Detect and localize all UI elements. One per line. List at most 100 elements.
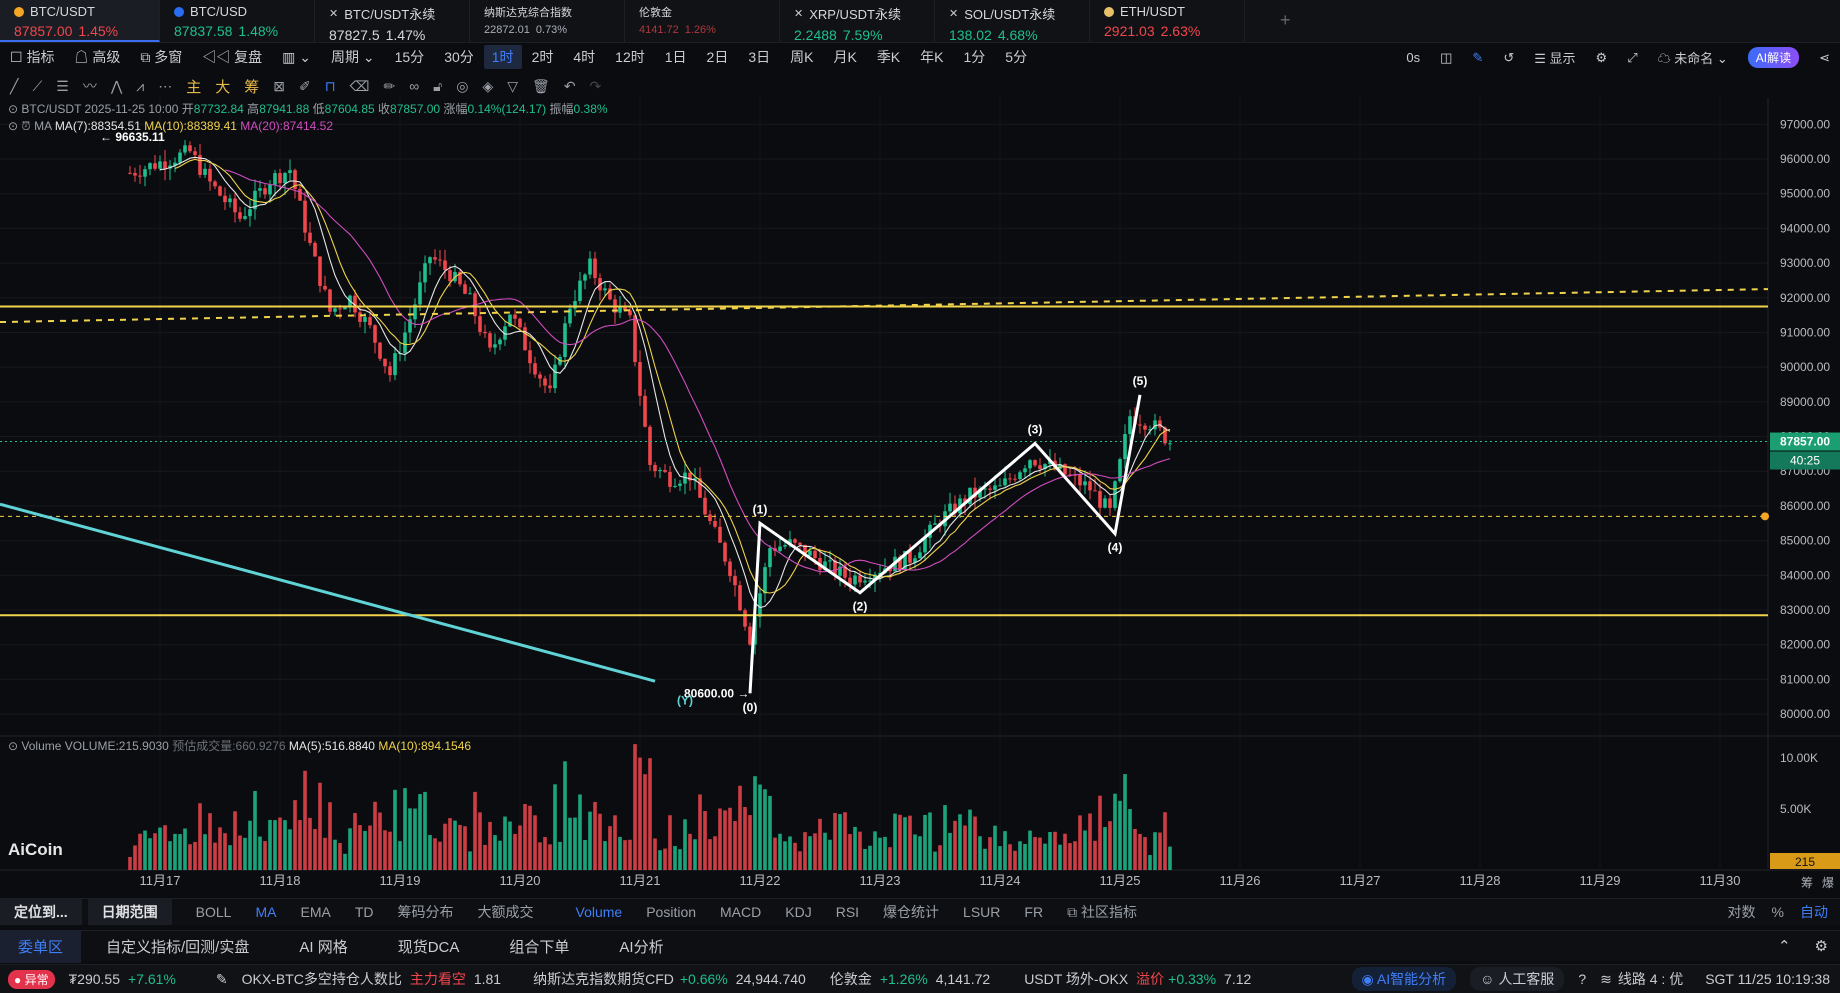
burst-label[interactable]: 爆 (1822, 874, 1834, 891)
ticker-tab-btc-usdt[interactable]: BTC/USDT 87857.00 1.45% (0, 0, 160, 42)
ind-macd[interactable]: MACD (708, 904, 773, 920)
tab-custom-indicator[interactable]: 自定义指标/回测/实盘 (81, 936, 274, 957)
ind-ema[interactable]: EMA (288, 904, 342, 920)
ind-community[interactable]: ⧉ 社区指标 (1055, 902, 1149, 922)
ind-liquidation[interactable]: 爆仓统计 (871, 902, 951, 922)
ind-td[interactable]: TD (343, 904, 386, 920)
okx-ratio-label[interactable]: OKX-BTC多空持仓人数比 (242, 969, 402, 989)
big-order-button[interactable]: 大 (215, 76, 230, 97)
camera-icon[interactable]: ◫ (1440, 50, 1452, 66)
date-range-button[interactable]: 日期范围 (87, 899, 172, 925)
interval-week[interactable]: 周K (780, 47, 823, 67)
panel-settings-icon[interactable]: ⚙ (1803, 937, 1840, 955)
chart-type-icon[interactable]: ▥ ⌄ (272, 49, 321, 66)
usdt-otc-label[interactable]: USDT 场外-OKX (1024, 969, 1128, 989)
ticker-tab-gold[interactable]: 伦敦金 4141.72 1.26% (625, 0, 780, 42)
auto-scale-toggle[interactable]: 自动 (1788, 902, 1840, 922)
nasdaq-label[interactable]: 纳斯达克指数期货CFD (533, 969, 674, 989)
ticker-tab-btc-usdt-perp[interactable]: ✕ BTC/USDT永续 87827.5 1.47% (315, 0, 470, 43)
visibility-icon[interactable]: ◎ (456, 78, 468, 95)
edit-icon[interactable]: ✎ (216, 971, 228, 988)
interval-3d[interactable]: 3日 (738, 47, 780, 67)
tab-ai-grid[interactable]: AI 网格 (274, 936, 372, 957)
interval-1d[interactable]: 1日 (655, 47, 697, 67)
percent-scale-toggle[interactable]: % (1768, 904, 1788, 920)
display-button[interactable]: ☰ 显示 (1534, 48, 1575, 67)
interval-1m[interactable]: 1分 (954, 47, 996, 67)
indicator-button[interactable]: ☐ 指标 (0, 47, 64, 67)
pencil-icon[interactable]: ✏ (383, 78, 395, 95)
ai-analysis-button[interactable]: ◉ AI智能分析 (1351, 967, 1457, 991)
undo-icon[interactable]: ↺ (1503, 50, 1514, 66)
interval-quarter[interactable]: 季K (867, 47, 910, 67)
multi-window-button[interactable]: ⧉ 多窗 (130, 47, 192, 67)
more-tools-icon[interactable]: ⋯ (158, 78, 172, 95)
collapse-panel-icon[interactable]: ⌃ (1766, 937, 1803, 955)
ind-lsur[interactable]: LSUR (951, 904, 1012, 920)
settings-icon[interactable]: ⚙ (1596, 50, 1608, 66)
ticker-tab-xrp[interactable]: ✕ XRP/USDT永续 2.2488 7.59% (780, 0, 935, 43)
ray-tool-icon[interactable]: ⟋ (32, 78, 42, 95)
line-tool-icon[interactable]: ╱ (10, 78, 18, 95)
ticker-tab-sol[interactable]: ✕ SOL/USDT永续 138.02 4.68% (935, 0, 1090, 43)
trash-icon[interactable]: 🗑︎ (532, 78, 550, 95)
review-button[interactable]: ◁◁ 复盘 (192, 47, 272, 67)
collapse-icon[interactable]: ⊙ (8, 102, 18, 116)
pin-label[interactable]: 筹 (1801, 874, 1813, 891)
ind-large-trades[interactable]: 大额成交 (466, 902, 546, 922)
interval-15m[interactable]: 15分 (385, 47, 435, 67)
filter-icon[interactable]: ▽ (507, 78, 518, 95)
gold-label[interactable]: 伦敦金 (830, 969, 872, 989)
fullscreen-icon[interactable]: ⤢ (1627, 50, 1637, 66)
add-tab-icon[interactable]: + (1280, 10, 1291, 31)
elliott-tool-icon[interactable]: ⩘ (136, 78, 144, 95)
interval-month[interactable]: 月K (823, 47, 866, 67)
period-dropdown[interactable]: 周期 ⌄ (321, 47, 385, 67)
brush-icon[interactable]: ✐ (299, 78, 311, 95)
link-icon[interactable]: ∞ (409, 78, 419, 94)
line-quality[interactable]: 线路 4 : 优 (1618, 969, 1683, 989)
parallel-tool-icon[interactable]: ☰ (56, 78, 69, 95)
share-icon[interactable]: ⋖ (1819, 50, 1830, 66)
close-icon[interactable]: ✕ (794, 7, 803, 20)
magnet-icon[interactable]: ⊓ (325, 78, 336, 95)
ticker-tab-eth[interactable]: ETH/USDT 2921.03 2.63% (1090, 0, 1245, 42)
interval-4h[interactable]: 4时 (563, 47, 605, 67)
ind-fr[interactable]: FR (1012, 904, 1055, 920)
tab-ai-analysis[interactable]: AI分析 (594, 936, 688, 957)
ind-rsi[interactable]: RSI (824, 904, 871, 920)
undo-draw-icon[interactable]: ↶ (564, 78, 576, 95)
interval-30m[interactable]: 30分 (434, 47, 484, 67)
interval-2d[interactable]: 2日 (697, 47, 739, 67)
ticker-tab-nasdaq[interactable]: 纳斯达克综合指数 22872.01 0.73% (470, 0, 625, 42)
pen-icon[interactable]: ✎ (1472, 50, 1483, 66)
ai-read-button[interactable]: AI解读 (1747, 47, 1800, 68)
advanced-button[interactable]: ☖ 高级 (64, 47, 130, 67)
measure-icon[interactable]: ⊠ (273, 78, 285, 95)
abnormal-badge[interactable]: ● 异常 (8, 969, 55, 989)
alarm-icon[interactable]: ⏰︎ (21, 119, 30, 133)
interval-year[interactable]: 年K (910, 47, 953, 67)
close-icon[interactable]: ✕ (329, 7, 338, 20)
customer-service-button[interactable]: ☺ 人工客服 (1470, 967, 1565, 991)
interval-5m[interactable]: 5分 (995, 47, 1037, 67)
ind-boll[interactable]: BOLL (184, 904, 244, 920)
ind-chips[interactable]: 筹码分布 (386, 902, 466, 922)
interval-12h[interactable]: 12时 (605, 47, 655, 67)
ind-volume[interactable]: Volume (564, 904, 635, 920)
interval-2h[interactable]: 2时 (522, 47, 564, 67)
collapse-icon[interactable]: ⊙ (8, 119, 18, 133)
redo-draw-icon[interactable]: ↷ (590, 78, 602, 95)
wave-tool-icon[interactable]: 〰 (83, 76, 97, 96)
eraser-icon[interactable]: ⌫ (350, 78, 370, 95)
collapse-icon[interactable]: ⊙ (8, 739, 18, 753)
layout-name-dropdown[interactable]: ☁ 未命名 ⌄ (1658, 48, 1728, 67)
tab-combo-order[interactable]: 组合下单 (484, 936, 594, 957)
main-force-button[interactable]: 主 (186, 76, 201, 97)
tab-spot-dca[interactable]: 现货DCA (373, 936, 485, 957)
locate-button[interactable]: 定位到... (0, 899, 82, 925)
ticker-tab-btc-usd[interactable]: BTC/USD 87837.58 1.48% (160, 0, 315, 42)
price-chart[interactable]: ← 96635.1180600.00 →(0)(1)(2)(3)(4)(5)(Y… (0, 98, 1840, 898)
ind-kdj[interactable]: KDJ (773, 904, 823, 920)
pattern-tool-icon[interactable]: ⋀ (111, 78, 122, 95)
